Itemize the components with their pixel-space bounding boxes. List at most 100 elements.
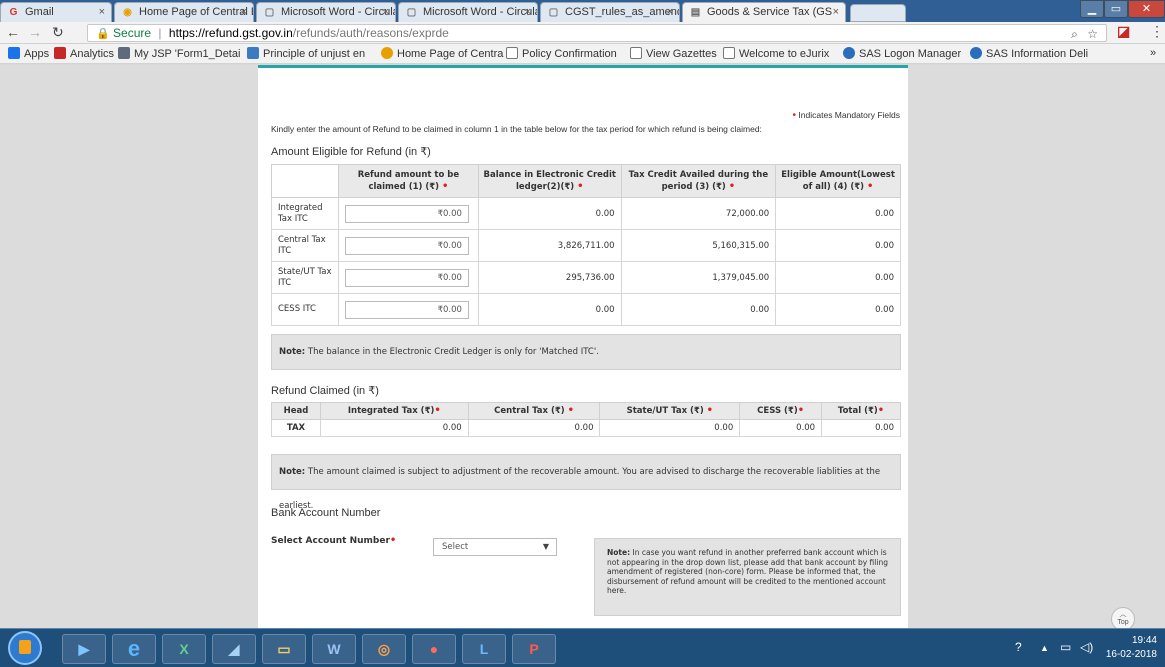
bookmark-policy[interactable]: Policy Confirmation — [506, 47, 617, 60]
globe-icon: ◉ — [123, 7, 132, 18]
bookmark-ejurix[interactable]: Welcome to eJurix — [723, 47, 829, 60]
firefox-icon[interactable]: ◎ — [362, 634, 406, 664]
help-icon[interactable]: ? — [1015, 640, 1022, 654]
availed-value: 5,160,315.00 — [620, 229, 777, 262]
onenote-icon[interactable]: ◢ — [212, 634, 256, 664]
col-availed: Tax Credit Availed during the period (3)… — [620, 164, 777, 198]
page-icon — [118, 47, 130, 59]
menu-icon[interactable]: ⋮ — [1150, 23, 1164, 40]
tab-cgst-rules[interactable]: ▢ CGST_rules_as_amended × — [540, 2, 680, 22]
chrome-icon[interactable]: ● — [412, 634, 456, 664]
url-input[interactable]: 🔒 Secure | https://refund.gst.gov.in/ref… — [87, 24, 1107, 42]
bookmark-home-page[interactable]: Home Page of Centra — [381, 47, 503, 60]
clock-time: 19:44 — [1131, 635, 1157, 646]
col-balance: Balance in Electronic Credit ledger(2)(₹… — [477, 164, 622, 198]
col-central: Central Tax (₹) • — [467, 402, 601, 420]
eligible-value: 0.00 — [775, 293, 901, 326]
reload-icon[interactable]: ↻ — [52, 24, 64, 41]
page-icon — [630, 47, 642, 59]
start-button[interactable] — [8, 631, 42, 665]
balance-value: 3,826,711.00 — [477, 229, 622, 262]
tab-close-icon[interactable]: × — [667, 6, 673, 18]
maximize-icon[interactable]: ▭ — [1104, 0, 1128, 18]
claimed-section-title: Refund Claimed (in ₹) — [271, 385, 379, 397]
eligible-value: 0.00 — [775, 229, 901, 262]
select-value: Select — [442, 542, 469, 552]
row-header-blank — [271, 164, 339, 198]
row-label: CESS ITC — [271, 293, 339, 326]
bookmark-star-icon[interactable]: ☆ — [1087, 27, 1098, 41]
bookmark-apps[interactable]: Apps — [8, 47, 49, 60]
sas-icon — [843, 47, 855, 59]
bookmark-sas-logon[interactable]: SAS Logon Manager — [843, 47, 961, 60]
tab-gmail[interactable]: G Gmail × — [0, 2, 112, 22]
bookmark-analytics[interactable]: Analytics — [54, 47, 114, 60]
col-state: State/UT Tax (₹) • — [599, 402, 741, 420]
balance-value: 0.00 — [477, 197, 622, 230]
tab-home-page-central[interactable]: ◉ Home Page of Central Bo × — [114, 2, 254, 22]
cess-claim-input[interactable] — [344, 300, 469, 319]
page-icon: ▢ — [264, 7, 275, 18]
bookmark-label: SAS Information Deli — [986, 48, 1089, 60]
excel-icon[interactable]: X — [162, 634, 206, 664]
lync-icon[interactable]: L — [462, 634, 506, 664]
tab-close-icon[interactable]: × — [99, 6, 105, 18]
browser-tab-strip: G Gmail × ◉ Home Page of Central Bo × ▢ … — [0, 0, 1165, 22]
bookmark-my-jsp[interactable]: My JSP 'Form1_Detai — [118, 47, 240, 60]
tray-expand-icon[interactable]: ▲ — [1040, 643, 1049, 653]
network-icon[interactable]: ▭ — [1060, 640, 1071, 654]
row-label: Central Tax ITC — [271, 229, 339, 262]
tab-gst-active[interactable]: ▤ Goods & Service Tax (GS × — [682, 2, 846, 22]
internet-explorer-icon[interactable]: e — [112, 634, 156, 664]
bookmark-principle[interactable]: Principle of unjust en — [247, 47, 365, 60]
availed-value: 0.00 — [620, 293, 777, 326]
chevron-up-icon: ︿ — [1119, 611, 1127, 618]
account-number-select[interactable]: Select ▼ — [433, 538, 557, 556]
windows-taskbar: ▶ e X ◢ ▭ W ◎ ● L P ? ▲ ▭ ◁) 19:44 16-02… — [0, 628, 1165, 667]
tab-close-icon[interactable]: × — [833, 6, 839, 18]
pdf-reader-icon[interactable]: P — [512, 634, 556, 664]
scroll-to-top-button[interactable]: ︿ Top — [1111, 607, 1135, 628]
page-content: • Indicates Mandatory Fields Kindly ente… — [0, 65, 1165, 628]
tab-close-icon[interactable]: × — [241, 6, 247, 18]
back-icon[interactable]: ← — [6, 24, 20, 40]
minimize-icon[interactable]: ▁ — [1080, 0, 1104, 18]
tab-close-icon[interactable]: × — [525, 6, 531, 18]
window-close-icon[interactable]: ✕ — [1128, 0, 1165, 18]
page-icon — [506, 47, 518, 59]
volume-icon[interactable]: ◁) — [1080, 640, 1093, 654]
tab-title: Goods & Service Tax (GS — [707, 6, 833, 18]
central-tax-claim-input[interactable] — [344, 236, 469, 255]
new-tab-button[interactable] — [850, 4, 906, 22]
tab-close-icon[interactable]: × — [383, 6, 389, 18]
zoom-icon[interactable]: ⌕ — [1071, 27, 1078, 41]
bookmark-label: My JSP 'Form1_Detai — [134, 48, 241, 60]
recoverable-note: Note: The amount claimed is subject to a… — [271, 454, 901, 511]
integrated-tax-claim-input[interactable] — [344, 204, 469, 223]
tab-word-circular-2[interactable]: ▢ Microsoft Word - Circula × — [398, 2, 538, 22]
eligible-section-title: Amount Eligible for Refund (in ₹) — [271, 146, 431, 158]
media-player-icon[interactable]: ▶ — [62, 634, 106, 664]
central-value: 0.00 — [467, 419, 601, 437]
refund-claimed-table: Head Integrated Tax (₹)• Central Tax (₹)… — [271, 402, 901, 437]
bookmark-label: Welcome to eJurix — [739, 48, 830, 60]
state-ut-tax-claim-input[interactable] — [344, 268, 469, 287]
word-icon[interactable]: W — [312, 634, 356, 664]
tab-word-circular-1[interactable]: ▢ Microsoft Word - Circula × — [256, 2, 396, 22]
bookmark-sas-info[interactable]: SAS Information Deli — [970, 47, 1088, 60]
system-clock[interactable]: 19:44 16-02-2018 — [1106, 634, 1157, 662]
page-icon: ▢ — [548, 7, 559, 18]
bookmark-gazettes[interactable]: View Gazettes — [630, 47, 717, 60]
extension-icon[interactable]: ◪ — [1117, 23, 1130, 40]
tab-title: Microsoft Word - Circula — [281, 6, 396, 18]
gmail-icon: G — [9, 7, 18, 18]
forward-icon[interactable]: → — [28, 24, 42, 40]
apps-icon — [8, 47, 20, 59]
row-label: State/UT Tax ITC — [271, 261, 339, 294]
state-value: 0.00 — [599, 419, 741, 437]
bookmarks-overflow-icon[interactable]: » — [1150, 47, 1156, 59]
table-row: State/UT Tax ITC 295,736.00 1,379,045.00… — [271, 261, 901, 294]
file-explorer-icon[interactable]: ▭ — [262, 634, 306, 664]
table-row: Integrated Tax ITC 0.00 72,000.00 0.00 — [271, 197, 901, 230]
address-bar: ← → ↻ 🔒 Secure | https://refund.gst.gov.… — [0, 22, 1165, 44]
